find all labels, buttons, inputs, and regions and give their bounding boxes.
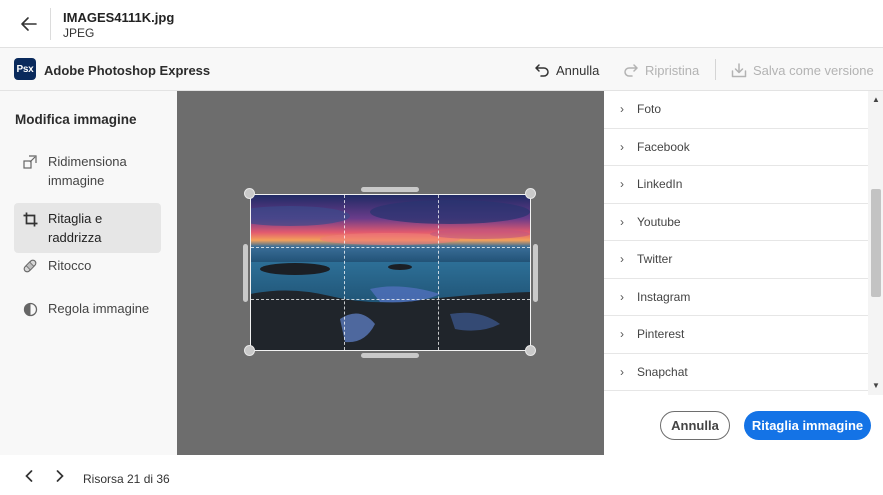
- previous-button[interactable]: [22, 469, 36, 483]
- resize-icon: [22, 154, 38, 170]
- scrollbar-thumb[interactable]: [871, 189, 881, 297]
- tool-adjust[interactable]: Regola immagine: [14, 293, 161, 324]
- chevron-right-icon: ›: [620, 289, 624, 304]
- back-button[interactable]: [14, 10, 44, 38]
- chevron-right-icon: ›: [620, 327, 624, 342]
- next-button[interactable]: [53, 469, 67, 483]
- crop-handle-top[interactable]: [361, 187, 419, 192]
- preset-label: Instagram: [637, 289, 691, 304]
- crop-grid-line: [251, 247, 530, 248]
- undo-button[interactable]: Annulla: [534, 60, 599, 80]
- scroll-down-icon[interactable]: ▼: [871, 381, 881, 391]
- toolbar-divider: [715, 59, 716, 80]
- save-version-button[interactable]: Salva come versione: [731, 60, 874, 80]
- crop-grid-line: [344, 195, 345, 350]
- tool-crop[interactable]: Ritaglia e raddrizza: [14, 203, 161, 253]
- preset-item-foto[interactable]: › Foto: [604, 91, 868, 129]
- panel-title: Modifica immagine: [15, 112, 137, 127]
- crop-grid-line: [251, 299, 530, 300]
- cancel-button[interactable]: Annulla: [660, 411, 730, 440]
- tool-adjust-label: Regola immagine: [48, 301, 150, 316]
- scroll-up-icon[interactable]: ▲: [871, 95, 881, 105]
- crop-handle-bottom[interactable]: [361, 353, 419, 358]
- app-name: Adobe Photoshop Express: [44, 63, 211, 78]
- preset-scrollbar[interactable]: ▲ ▼: [868, 91, 883, 395]
- preset-item-youtube[interactable]: › Youtube: [604, 204, 868, 241]
- crop-grid-line: [438, 195, 439, 350]
- file-type: JPEG: [63, 26, 95, 40]
- tool-resize-label: Ridimensiona immagine: [48, 154, 127, 188]
- crop-image-button[interactable]: Ritaglia immagine: [744, 411, 871, 440]
- redo-icon: [624, 64, 638, 77]
- tool-resize[interactable]: Ridimensiona immagine: [14, 146, 161, 196]
- edit-panel: Modifica immagine Ridimensiona immagine …: [0, 91, 177, 455]
- crop-icon: [22, 211, 38, 227]
- save-download-icon: [731, 62, 747, 77]
- preset-label: Snapchat: [637, 364, 688, 379]
- image-canvas[interactable]: [177, 91, 604, 455]
- preset-list: › Foto › Facebook › LinkedIn › Youtube ›…: [604, 91, 868, 395]
- save-version-label: Salva come versione: [753, 62, 874, 78]
- tool-retouch-label: Ritocco: [48, 258, 92, 273]
- crop-handle-right[interactable]: [533, 244, 538, 302]
- crop-handle-bottom-left[interactable]: [244, 345, 255, 356]
- preset-label: LinkedIn: [637, 177, 683, 192]
- chevron-left-icon: [25, 470, 33, 482]
- undo-label: Annulla: [556, 62, 600, 78]
- undo-icon: [535, 64, 549, 77]
- chevron-right-icon: ›: [620, 139, 624, 154]
- preset-item-snapchat[interactable]: › Snapchat: [604, 354, 868, 391]
- preset-item-instagram[interactable]: › Instagram: [604, 279, 868, 316]
- crop-handle-bottom-right[interactable]: [525, 345, 536, 356]
- app-bar: Psx Adobe Photoshop Express Annulla Ripr…: [0, 48, 883, 91]
- preset-label: Facebook: [637, 139, 690, 154]
- chevron-right-icon: ›: [620, 364, 624, 379]
- top-bar: IMAGES4111K.jpg JPEG: [0, 0, 883, 48]
- preset-label: Pinterest: [637, 327, 685, 342]
- adjust-icon: [22, 301, 38, 317]
- crop-frame[interactable]: [250, 194, 531, 351]
- footer-bar: Risorsa 21 di 36: [0, 455, 883, 495]
- crop-handle-top-right[interactable]: [525, 188, 536, 199]
- chevron-right-icon: ›: [620, 252, 624, 267]
- resource-counter: Risorsa 21 di 36: [83, 472, 170, 486]
- arrow-left-icon: [21, 17, 37, 31]
- preset-item-linkedin[interactable]: › LinkedIn: [604, 166, 868, 204]
- tool-crop-label: Ritaglia e raddrizza: [48, 211, 103, 245]
- preset-label: Youtube: [637, 214, 681, 229]
- crop-handle-left[interactable]: [243, 244, 248, 302]
- divider: [50, 8, 51, 40]
- preset-item-facebook[interactable]: › Facebook: [604, 129, 868, 166]
- bandage-icon: [22, 258, 38, 274]
- redo-button[interactable]: Ripristina: [623, 60, 699, 80]
- photoshop-express-logo: Psx: [14, 58, 36, 80]
- preset-label: Foto: [637, 102, 662, 117]
- chevron-right-icon: ›: [620, 214, 624, 229]
- preset-item-twitter[interactable]: › Twitter: [604, 241, 868, 279]
- crop-handle-top-left[interactable]: [244, 188, 255, 199]
- preset-item-pinterest[interactable]: › Pinterest: [604, 316, 868, 354]
- preset-label: Twitter: [637, 252, 673, 267]
- file-name: IMAGES4111K.jpg: [63, 10, 175, 25]
- crop-presets-panel: › Foto › Facebook › LinkedIn › Youtube ›…: [604, 91, 883, 455]
- tool-retouch[interactable]: Ritocco: [14, 250, 161, 281]
- chevron-right-icon: ›: [620, 177, 624, 192]
- redo-label: Ripristina: [645, 62, 700, 78]
- chevron-right-icon: ›: [620, 102, 624, 117]
- chevron-right-icon: [56, 470, 64, 482]
